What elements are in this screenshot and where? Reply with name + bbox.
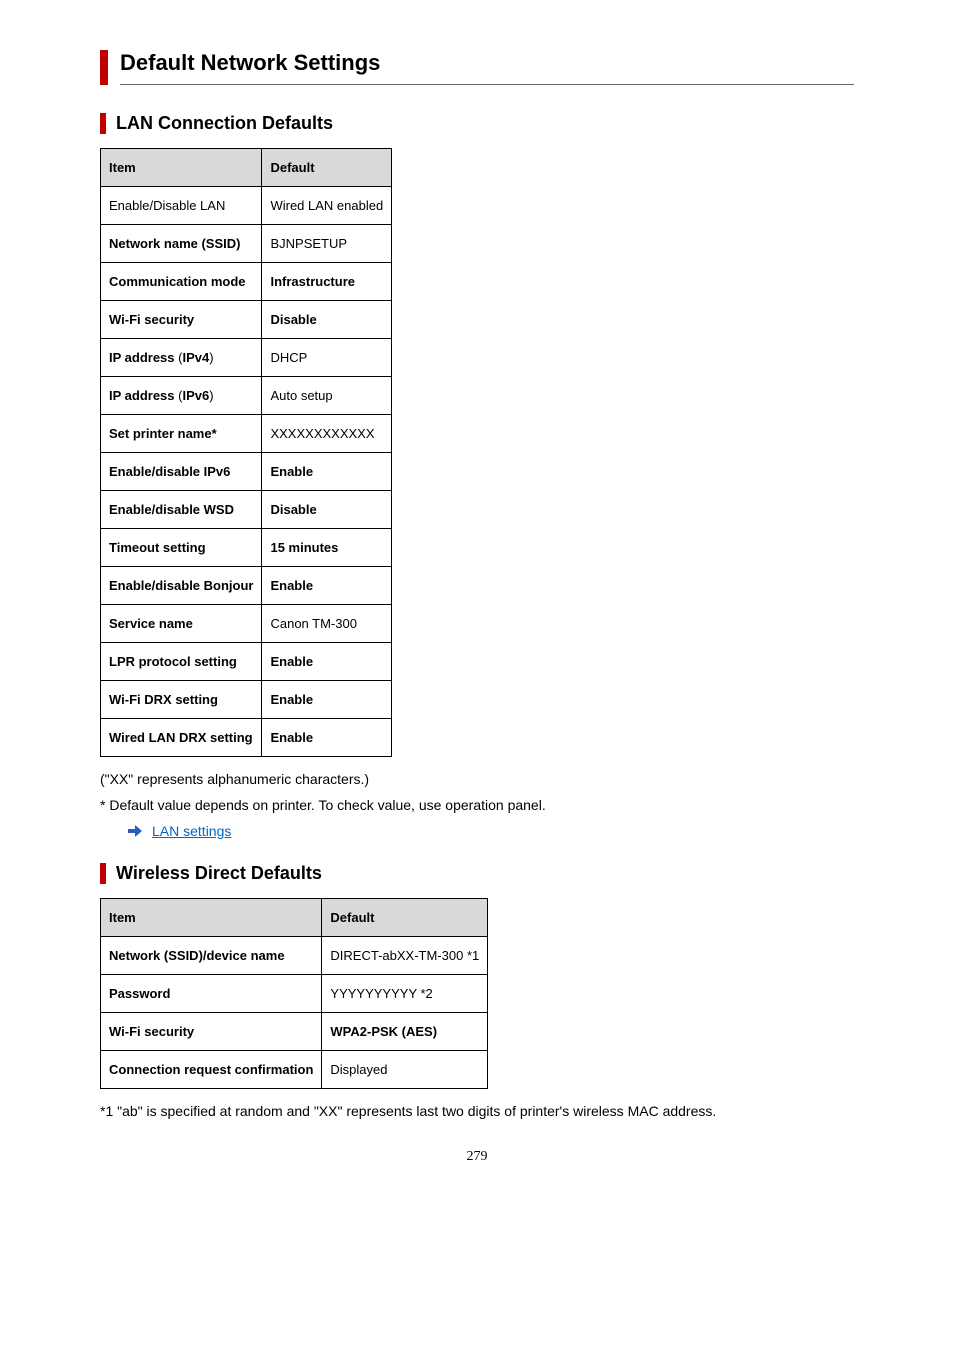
cell-item: Enable/disable WSD bbox=[101, 491, 262, 529]
cell-item: Timeout setting bbox=[101, 529, 262, 567]
table-row: Enable/disable BonjourEnable bbox=[101, 567, 392, 605]
section2-title-wrap: Wireless Direct Defaults bbox=[100, 863, 854, 884]
cell-item: Wired LAN DRX setting bbox=[101, 719, 262, 757]
wireless-direct-defaults-table: Item Default Network (SSID)/device nameD… bbox=[100, 898, 488, 1089]
table-row: Set printer name*XXXXXXXXXXXX bbox=[101, 415, 392, 453]
lan-defaults-table: Item Default Enable/Disable LANWired LAN… bbox=[100, 148, 392, 757]
table-row: PasswordYYYYYYYYYY *2 bbox=[101, 975, 488, 1013]
cell-item: IP address (IPv6) bbox=[101, 377, 262, 415]
footnote: *1 "ab" is specified at random and "XX" … bbox=[100, 1103, 854, 1119]
cell-default: Enable bbox=[262, 681, 392, 719]
page-number: 279 bbox=[100, 1149, 854, 1165]
cell-default: Wired LAN enabled bbox=[262, 187, 392, 225]
cell-default: Disable bbox=[262, 301, 392, 339]
table-row: Enable/Disable LANWired LAN enabled bbox=[101, 187, 392, 225]
cell-default: 15 minutes bbox=[262, 529, 392, 567]
col-header-default: Default bbox=[322, 899, 488, 937]
cell-item: Enable/disable IPv6 bbox=[101, 453, 262, 491]
section2-title: Wireless Direct Defaults bbox=[116, 863, 854, 884]
note-default-value: * Default value depends on printer. To c… bbox=[100, 797, 854, 813]
table-row: IP address (IPv4)DHCP bbox=[101, 339, 392, 377]
table-row: Connection request confirmationDisplayed bbox=[101, 1051, 488, 1089]
cell-default: Enable bbox=[262, 643, 392, 681]
cell-item: Network (SSID)/device name bbox=[101, 937, 322, 975]
cell-item: Enable/disable Bonjour bbox=[101, 567, 262, 605]
cell-default: XXXXXXXXXXXX bbox=[262, 415, 392, 453]
table-row: Network (SSID)/device nameDIRECT-abXX-TM… bbox=[101, 937, 488, 975]
lan-settings-link[interactable]: LAN settings bbox=[152, 823, 231, 839]
cell-item: Enable/Disable LAN bbox=[101, 187, 262, 225]
cell-default: YYYYYYYYYY *2 bbox=[322, 975, 488, 1013]
table-row: IP address (IPv6)Auto setup bbox=[101, 377, 392, 415]
cell-default: Enable bbox=[262, 719, 392, 757]
cell-default: BJNPSETUP bbox=[262, 225, 392, 263]
cell-default: WPA2-PSK (AES) bbox=[322, 1013, 488, 1051]
cell-default: Canon TM-300 bbox=[262, 605, 392, 643]
cell-default: Displayed bbox=[322, 1051, 488, 1089]
cell-item: Connection request confirmation bbox=[101, 1051, 322, 1089]
table-row: Wi-Fi securityDisable bbox=[101, 301, 392, 339]
table-header-row: Item Default bbox=[101, 149, 392, 187]
cell-item: Service name bbox=[101, 605, 262, 643]
table-row: Enable/disable IPv6Enable bbox=[101, 453, 392, 491]
cell-item: Communication mode bbox=[101, 263, 262, 301]
section1-title-wrap: LAN Connection Defaults bbox=[100, 113, 854, 134]
cell-item: LPR protocol setting bbox=[101, 643, 262, 681]
col-header-default: Default bbox=[262, 149, 392, 187]
table-row: Enable/disable WSDDisable bbox=[101, 491, 392, 529]
table-row: Network name (SSID)BJNPSETUP bbox=[101, 225, 392, 263]
page-title-wrap: Default Network Settings bbox=[100, 50, 854, 85]
table-row: Wi-Fi DRX settingEnable bbox=[101, 681, 392, 719]
table-row: Service nameCanon TM-300 bbox=[101, 605, 392, 643]
table-row: Communication modeInfrastructure bbox=[101, 263, 392, 301]
note-xx: ("XX" represents alphanumeric characters… bbox=[100, 771, 854, 787]
cell-item: Password bbox=[101, 975, 322, 1013]
cell-item: Wi-Fi security bbox=[101, 301, 262, 339]
cell-default: DHCP bbox=[262, 339, 392, 377]
table-row: Wi-Fi securityWPA2-PSK (AES) bbox=[101, 1013, 488, 1051]
cell-default: DIRECT-abXX-TM-300 *1 bbox=[322, 937, 488, 975]
table-row: Timeout setting15 minutes bbox=[101, 529, 392, 567]
cell-item: Network name (SSID) bbox=[101, 225, 262, 263]
cell-default: Enable bbox=[262, 453, 392, 491]
cell-default: Infrastructure bbox=[262, 263, 392, 301]
table-header-row: Item Default bbox=[101, 899, 488, 937]
page-title: Default Network Settings bbox=[120, 50, 854, 85]
cell-item: Set printer name* bbox=[101, 415, 262, 453]
cell-item: IP address (IPv4) bbox=[101, 339, 262, 377]
col-header-item: Item bbox=[101, 149, 262, 187]
section1-title: LAN Connection Defaults bbox=[116, 113, 854, 134]
cell-item: Wi-Fi DRX setting bbox=[101, 681, 262, 719]
col-header-item: Item bbox=[101, 899, 322, 937]
arrow-right-icon bbox=[128, 825, 142, 837]
cell-item: Wi-Fi security bbox=[101, 1013, 322, 1051]
cell-default: Enable bbox=[262, 567, 392, 605]
link-row: LAN settings bbox=[128, 823, 854, 839]
table-row: LPR protocol settingEnable bbox=[101, 643, 392, 681]
cell-default: Auto setup bbox=[262, 377, 392, 415]
cell-default: Disable bbox=[262, 491, 392, 529]
table-row: Wired LAN DRX settingEnable bbox=[101, 719, 392, 757]
